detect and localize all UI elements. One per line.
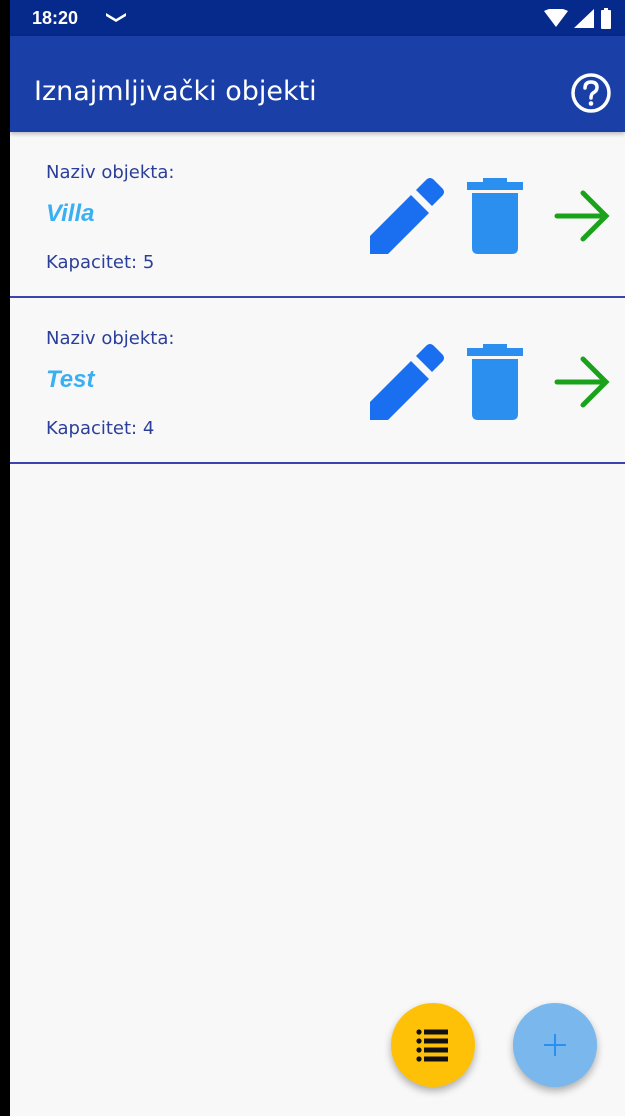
edit-button[interactable] xyxy=(368,176,444,256)
pencil-icon xyxy=(370,178,444,254)
trash-icon xyxy=(467,178,523,254)
object-name-label: Naziv objekta: xyxy=(46,162,175,183)
help-circle-icon xyxy=(571,73,611,113)
signal-icon xyxy=(574,9,594,28)
object-capacity: Kapacitet: 5 xyxy=(46,252,155,273)
notification-icon xyxy=(106,13,126,22)
list-item: Naziv objekta: Test Kapacitet: 4 xyxy=(10,298,625,464)
object-list: Naziv objekta: Villa Kapacitet: 5 Naziv … xyxy=(10,132,625,464)
status-bar: 18:20 xyxy=(10,0,625,36)
object-name: Test xyxy=(46,366,95,393)
arrow-right-icon xyxy=(554,190,610,242)
list-item: Naziv objekta: Villa Kapacitet: 5 xyxy=(10,132,625,298)
battery-icon xyxy=(601,8,611,29)
object-capacity: Kapacitet: 4 xyxy=(46,418,155,439)
arrow-right-icon xyxy=(554,356,610,408)
add-object-button[interactable] xyxy=(513,1003,597,1087)
delete-button[interactable] xyxy=(465,176,525,256)
app-bar: Iznajmljivački objekti xyxy=(10,36,625,132)
edit-button[interactable] xyxy=(368,342,444,422)
object-name: Villa xyxy=(46,200,95,227)
page-title: Iznajmljivački objekti xyxy=(34,76,317,107)
open-button[interactable] xyxy=(554,190,610,242)
status-time: 18:20 xyxy=(32,8,79,28)
object-name-label: Naziv objekta: xyxy=(46,328,175,349)
plus-icon xyxy=(544,1034,566,1056)
wifi-icon xyxy=(544,9,568,27)
delete-button[interactable] xyxy=(465,342,525,422)
list-fab-button[interactable] xyxy=(391,1003,475,1087)
help-button[interactable] xyxy=(570,72,612,114)
list-icon xyxy=(416,1029,448,1062)
trash-icon xyxy=(467,344,523,420)
pencil-icon xyxy=(370,344,444,420)
screen: 18:20 Iznajmljivački objekti Naziv objek… xyxy=(10,0,625,1116)
open-button[interactable] xyxy=(554,356,610,408)
